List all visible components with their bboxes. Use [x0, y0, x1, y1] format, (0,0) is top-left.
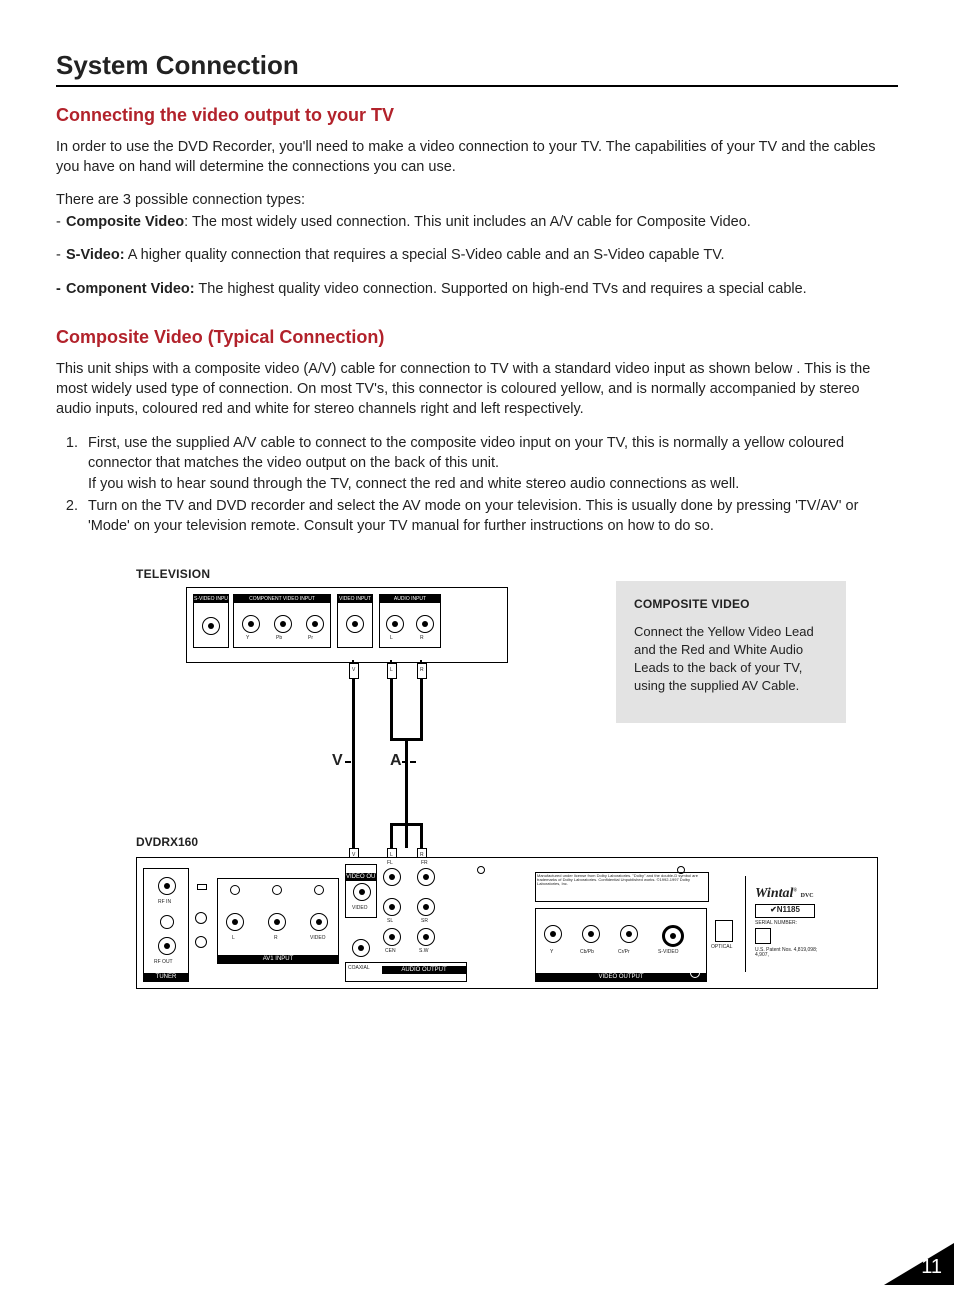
step-2: Turn on the TV and DVD recorder and sele…: [82, 496, 898, 537]
cable-audio-r: [420, 678, 423, 738]
page-number: 11: [921, 1256, 942, 1279]
dvd-back-panel: RF IN RF OUT TUNER L R VIDEO AV1 INPU: [136, 857, 878, 989]
infobox-composite-video: COMPOSITE VIDEO Connect the Yellow Video…: [616, 581, 846, 724]
connection-diagram: TELEVISION DVDRX160 S-VIDEO INPUT COMPON…: [56, 567, 898, 1017]
cable-audio-l: [390, 678, 393, 738]
page-number-corner: 11: [884, 1243, 954, 1285]
label-television: TELEVISION: [136, 567, 210, 581]
plug-video-top: V: [349, 663, 359, 679]
cable-video: [352, 678, 355, 848]
model-badge: ✔N1185: [755, 904, 815, 918]
type-component: - Component Video: The highest quality v…: [56, 280, 898, 300]
type-composite: - Composite Video: The most widely used …: [56, 213, 898, 233]
steps-list: First, use the supplied A/V cable to con…: [56, 433, 898, 536]
label-dvdrx160: DVDRX160: [136, 835, 198, 849]
section-video-output: Connecting the video output to your TV I…: [56, 105, 898, 299]
marker-v: V: [332, 752, 343, 770]
infobox-body: Connect the Yellow Video Lead and the Re…: [634, 623, 828, 696]
brand-logo: Wintal® DVC: [755, 886, 814, 902]
patent-text: U.S. Patent Nos. 4,819,098; 4,907,: [755, 948, 821, 959]
plug-audio-r-top: R: [417, 663, 427, 679]
section2-heading: Composite Video (Typical Connection): [56, 327, 898, 348]
dolby-notice: Manufactured under license from Dolby La…: [535, 872, 709, 902]
section1-intro: In order to use the DVD Recorder, you'll…: [56, 138, 898, 177]
section2-para: This unit ships with a composite video (…: [56, 360, 898, 419]
marker-a: A: [390, 752, 402, 770]
section-composite-video: Composite Video (Typical Connection) Thi…: [56, 327, 898, 536]
section1-heading: Connecting the video output to your TV: [56, 105, 898, 126]
type-svideo: - S-Video: A higher quality connection t…: [56, 246, 898, 266]
types-lead: There are 3 possible connection types:: [56, 191, 898, 211]
tv-back-panel: S-VIDEO INPUT COMPONENT VIDEO INPUT Y Pb…: [186, 587, 508, 663]
plug-audio-l-top: L: [387, 663, 397, 679]
infobox-title: COMPOSITE VIDEO: [634, 597, 828, 611]
page-title: System Connection: [56, 50, 898, 87]
step-1: First, use the supplied A/V cable to con…: [82, 433, 898, 494]
